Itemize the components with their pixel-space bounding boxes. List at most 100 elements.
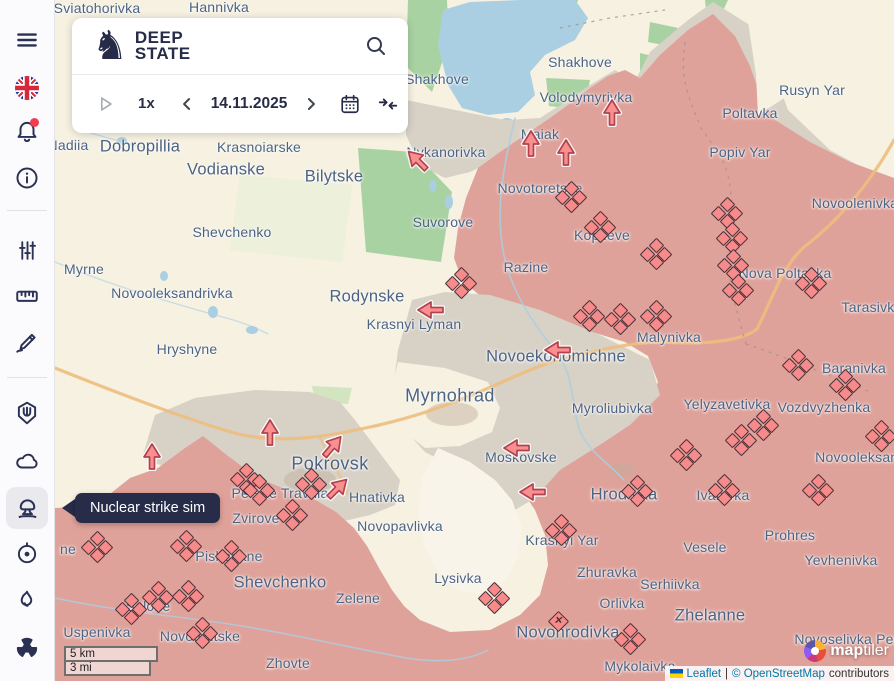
map-label: Tarasivka bbox=[842, 299, 894, 315]
battle-marker[interactable] bbox=[244, 475, 274, 505]
battle-marker[interactable] bbox=[277, 500, 307, 530]
osm-link[interactable]: © OpenStreetMap bbox=[732, 668, 825, 680]
next-day-button[interactable] bbox=[301, 94, 321, 114]
advance-arrow-icon bbox=[259, 417, 281, 447]
advance-arrow-icon bbox=[601, 97, 623, 127]
menu-button[interactable] bbox=[6, 19, 48, 61]
calendar-button[interactable] bbox=[339, 93, 361, 115]
sidebar bbox=[0, 0, 55, 681]
battle-marker[interactable] bbox=[546, 515, 576, 545]
play-button[interactable] bbox=[94, 93, 116, 115]
notifications-bell-icon[interactable] bbox=[6, 110, 48, 152]
map-label: Zvirove bbox=[232, 510, 279, 526]
battle-marker[interactable] bbox=[671, 440, 701, 470]
language-uk-flag-icon[interactable] bbox=[6, 67, 48, 109]
battle-marker[interactable] bbox=[116, 594, 146, 624]
battle-marker[interactable] bbox=[556, 182, 586, 212]
battle-marker[interactable] bbox=[479, 583, 509, 613]
attribution-contributors: contributors bbox=[829, 668, 889, 680]
map-label: Rodynske bbox=[330, 288, 405, 307]
prev-day-button[interactable] bbox=[177, 94, 197, 114]
advance-arrow-icon bbox=[555, 137, 577, 167]
radiation-icon[interactable] bbox=[6, 627, 48, 669]
battle-marker[interactable] bbox=[296, 469, 326, 499]
battle-marker[interactable] bbox=[143, 582, 173, 612]
map-label: Razine bbox=[504, 259, 549, 275]
map-label: Yevhenivka bbox=[804, 552, 877, 568]
battle-marker[interactable] bbox=[726, 425, 756, 455]
attribution-separator: | bbox=[725, 668, 728, 680]
nuclear-strike-sim-button[interactable] bbox=[6, 487, 48, 529]
map-label: Hnativka bbox=[349, 489, 405, 505]
battle-marker[interactable] bbox=[622, 476, 652, 506]
map-label: Popiv Yar bbox=[709, 144, 770, 160]
strike-target-icon[interactable] bbox=[6, 532, 48, 574]
advance-arrow-icon bbox=[517, 481, 547, 503]
map-label: Uspenivka bbox=[63, 624, 130, 640]
control-panel: ♞ DEEPSTATE 1x 14.11.2025 bbox=[72, 18, 408, 133]
battle-marker[interactable] bbox=[783, 350, 813, 380]
map-label: Shevchenko bbox=[234, 574, 327, 593]
fires-flame-icon[interactable] bbox=[6, 580, 48, 622]
map-label: Myrne bbox=[64, 261, 104, 277]
map-label: Shevchenko bbox=[192, 224, 271, 240]
battle-marker[interactable] bbox=[82, 532, 112, 562]
map-label: ne bbox=[60, 541, 76, 557]
scale-mi: 3 mi bbox=[64, 660, 151, 676]
sidebar-divider bbox=[7, 210, 47, 211]
map-label: Novooleksandrivka bbox=[111, 285, 233, 301]
map-label: Dobropillia bbox=[100, 138, 180, 157]
map-label: Zelene bbox=[336, 590, 380, 606]
date-display[interactable]: 14.11.2025 bbox=[211, 95, 288, 113]
battle-marker[interactable] bbox=[585, 212, 615, 242]
battle-marker[interactable] bbox=[803, 475, 833, 505]
collapse-panel-button[interactable] bbox=[377, 93, 399, 115]
battle-marker[interactable] bbox=[796, 268, 826, 298]
battle-marker[interactable] bbox=[830, 370, 860, 400]
battle-marker[interactable]: ✕ bbox=[543, 606, 573, 636]
advance-arrow-icon bbox=[501, 437, 531, 459]
advance-arrow-icon bbox=[141, 441, 163, 471]
battle-marker[interactable] bbox=[446, 268, 476, 298]
battle-marker[interactable] bbox=[171, 531, 201, 561]
deepstate-knight-logo-icon: ♞ bbox=[92, 26, 128, 66]
map-label: Myroliubivka bbox=[572, 400, 652, 416]
battle-marker[interactable] bbox=[641, 301, 671, 331]
map-label: Myrnohrad bbox=[405, 386, 495, 407]
map-label: Vozdvyzhenka bbox=[778, 399, 871, 415]
battle-marker[interactable] bbox=[723, 275, 753, 305]
map-label: Orlivka bbox=[600, 595, 645, 611]
map-label: Zhuravka bbox=[577, 564, 637, 580]
map-label: Novoolenivka bbox=[812, 195, 894, 211]
maptiler-logo[interactable]: maptiler bbox=[804, 640, 889, 662]
battle-marker[interactable] bbox=[605, 304, 635, 334]
draw-signature-icon[interactable] bbox=[6, 322, 48, 364]
tooltip-text: Nuclear strike sim bbox=[75, 493, 220, 523]
battle-marker[interactable] bbox=[709, 475, 739, 505]
playback-speed[interactable]: 1x bbox=[138, 95, 155, 112]
units-trident-shield-icon[interactable] bbox=[6, 392, 48, 434]
battle-marker[interactable] bbox=[615, 624, 645, 654]
ukraine-flag-icon bbox=[670, 669, 683, 678]
map-label: Novopavlivka bbox=[357, 518, 443, 534]
battle-marker[interactable] bbox=[173, 581, 203, 611]
battle-marker[interactable] bbox=[641, 239, 671, 269]
map-label: Poltavka bbox=[722, 105, 777, 121]
advance-arrow-icon bbox=[542, 339, 572, 361]
battle-marker[interactable] bbox=[574, 301, 604, 331]
weather-cloud-icon[interactable] bbox=[6, 440, 48, 482]
map-label: Sviatohorivka bbox=[54, 0, 141, 16]
deepstate-map-app: SviatohorivkaHannivkaShakhoveShakhoveVol… bbox=[0, 0, 894, 681]
battle-marker[interactable] bbox=[187, 618, 217, 648]
map-label: Krasnoiarske bbox=[217, 139, 301, 155]
search-button[interactable] bbox=[364, 34, 388, 58]
battle-marker[interactable] bbox=[866, 421, 894, 451]
maptiler-pinwheel-icon bbox=[804, 640, 826, 662]
info-button[interactable] bbox=[6, 157, 48, 199]
measure-ruler-icon[interactable] bbox=[6, 275, 48, 317]
leaflet-link[interactable]: Leaflet bbox=[687, 668, 722, 680]
battle-marker[interactable] bbox=[216, 541, 246, 571]
map-label: Malynivka bbox=[637, 329, 701, 345]
settings-sliders-icon[interactable] bbox=[6, 229, 48, 271]
advance-arrow-icon bbox=[415, 299, 445, 321]
